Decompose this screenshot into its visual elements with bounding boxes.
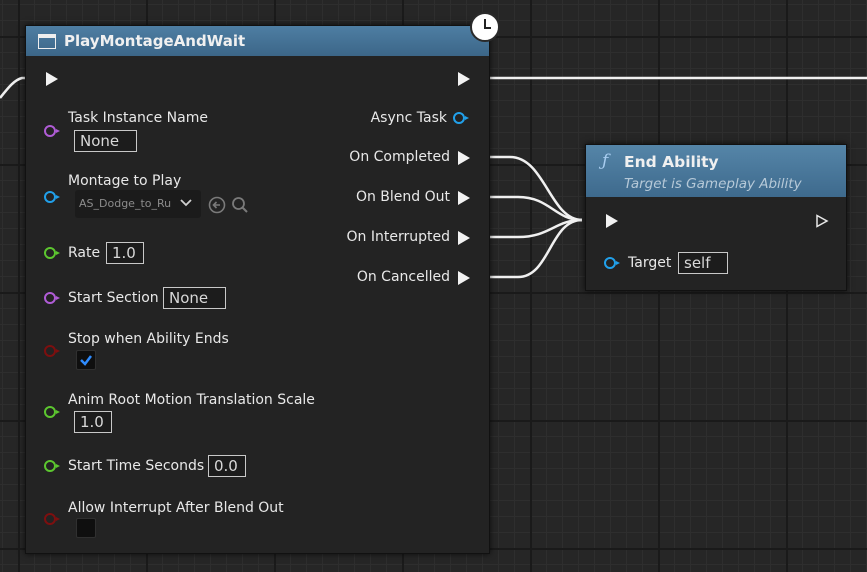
stop-when-ability-ends-pin[interactable]: [44, 345, 60, 357]
chevron-down-icon: [180, 199, 192, 207]
exec-in-pin[interactable]: [46, 72, 58, 86]
function-icon: ƒ: [602, 151, 609, 171]
rate-input[interactable]: 1.0: [106, 242, 144, 264]
task-instance-name-input[interactable]: None: [74, 130, 137, 152]
end-ability-title: End Ability: [624, 153, 719, 171]
on-completed-pin[interactable]: [458, 151, 470, 165]
end-ability-node[interactable]: ƒ End Ability Target is Gameplay Ability…: [585, 144, 847, 291]
montage-to-play-pin[interactable]: [44, 191, 60, 203]
end-ability-exec-in-pin[interactable]: [606, 214, 618, 228]
rate-pin[interactable]: [44, 247, 60, 259]
checkmark-icon: [80, 355, 92, 366]
start-time-seconds-pin[interactable]: [44, 460, 60, 472]
stop-when-ability-ends-label: Stop when Ability Ends: [68, 331, 229, 347]
allow-interrupt-label: Allow Interrupt After Blend Out: [68, 500, 284, 516]
on-blend-out-label: On Blend Out: [355, 189, 450, 205]
stop-when-ability-ends-checkbox[interactable]: [76, 350, 96, 370]
target-label: Target: [628, 255, 672, 271]
target-input[interactable]: self: [678, 252, 728, 274]
anim-root-motion-label: Anim Root Motion Translation Scale: [68, 392, 315, 408]
montage-asset-value: AS_Dodge_to_Ru: [79, 197, 172, 210]
async-task-pin[interactable]: [453, 112, 469, 124]
async-task-label: Async Task: [370, 110, 447, 126]
anim-root-motion-input[interactable]: 1.0: [74, 411, 112, 433]
start-time-seconds-input[interactable]: 0.0: [208, 455, 246, 477]
clock-icon: [470, 12, 500, 42]
on-cancelled-pin[interactable]: [458, 271, 470, 285]
allow-interrupt-checkbox[interactable]: [76, 518, 96, 538]
browse-arrow-icon[interactable]: [208, 196, 226, 214]
montage-to-play-label: Montage to Play: [68, 173, 182, 189]
end-ability-subtitle: Target is Gameplay Ability: [624, 176, 802, 192]
on-completed-label: On Completed: [349, 149, 450, 165]
window-icon: [38, 34, 56, 49]
target-pin[interactable]: [604, 257, 620, 269]
end-ability-exec-out-pin[interactable]: [815, 214, 829, 228]
exec-out-pin[interactable]: [458, 72, 470, 86]
on-interrupted-pin[interactable]: [458, 231, 470, 245]
start-time-seconds-label: Start Time Seconds: [68, 458, 205, 474]
on-cancelled-label: On Cancelled: [356, 269, 450, 285]
start-section-input[interactable]: None: [163, 287, 226, 309]
anim-root-motion-pin[interactable]: [44, 406, 60, 418]
montage-asset-dropdown[interactable]: AS_Dodge_to_Ru: [75, 190, 201, 218]
start-section-pin[interactable]: [44, 292, 60, 304]
on-blend-out-pin[interactable]: [458, 191, 470, 205]
node-header[interactable]: PlayMontageAndWait: [26, 26, 489, 56]
allow-interrupt-pin[interactable]: [44, 513, 60, 525]
node-title: PlayMontageAndWait: [64, 32, 246, 50]
end-ability-header[interactable]: ƒ End Ability Target is Gameplay Ability: [586, 145, 846, 197]
play-montage-and-wait-node[interactable]: PlayMontageAndWait Task Instance Name No…: [25, 25, 490, 554]
on-interrupted-label: On Interrupted: [346, 229, 450, 245]
start-section-label: Start Section: [68, 290, 159, 306]
rate-label: Rate: [68, 245, 101, 261]
search-icon[interactable]: [231, 196, 249, 214]
task-instance-name-pin[interactable]: [44, 125, 60, 137]
task-instance-name-label: Task Instance Name: [68, 110, 208, 126]
